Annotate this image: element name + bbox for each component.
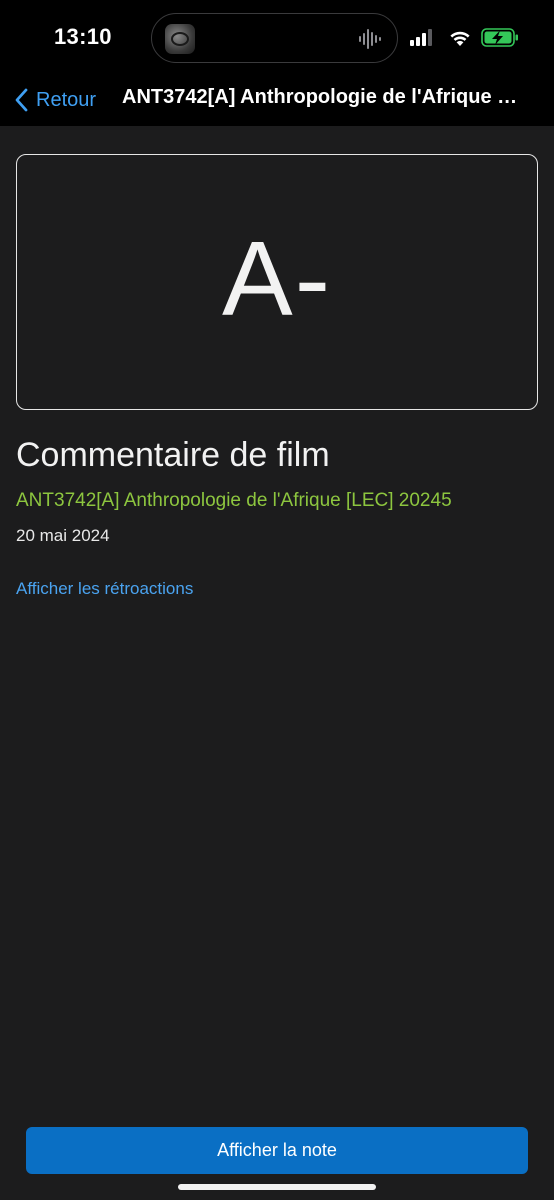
- assignment-title: Commentaire de film: [16, 436, 330, 474]
- cellular-signal-icon: [410, 29, 432, 46]
- now-playing-artwork-icon: [165, 24, 195, 54]
- navigation-bar: Retour ANT3742[A] Anthropologie de l'Afr…: [0, 78, 554, 122]
- battery-charging-icon: [481, 28, 518, 47]
- wifi-icon: [450, 31, 470, 46]
- course-name: ANT3742[A] Anthropologie de l'Afrique [L…: [16, 490, 452, 511]
- grade-card: A-: [16, 154, 538, 410]
- dynamic-island[interactable]: [151, 13, 398, 63]
- top-bar: 13:10 Retour ANT3742[A] Anthropologie de…: [0, 0, 554, 126]
- chevron-left-icon: [15, 88, 28, 112]
- page-title: ANT3742[A] Anthropologie de l'Afrique [L…: [122, 86, 522, 108]
- view-feedback-link[interactable]: Afficher les rétroactions: [16, 579, 193, 599]
- assignment-date: 20 mai 2024: [16, 526, 110, 545]
- view-grade-button[interactable]: Afficher la note: [26, 1127, 528, 1174]
- status-icons: [410, 28, 518, 47]
- home-indicator[interactable]: [178, 1184, 376, 1190]
- grade-detail-screen: 13:10 Retour ANT3742[A] Anthropologie de…: [0, 0, 554, 1200]
- back-button-label: Retour: [36, 88, 97, 111]
- back-button[interactable]: Retour: [14, 84, 96, 116]
- status-time: 13:10: [54, 24, 112, 49]
- grade-value: A-: [222, 219, 332, 338]
- audio-waveform-icon: [359, 29, 381, 49]
